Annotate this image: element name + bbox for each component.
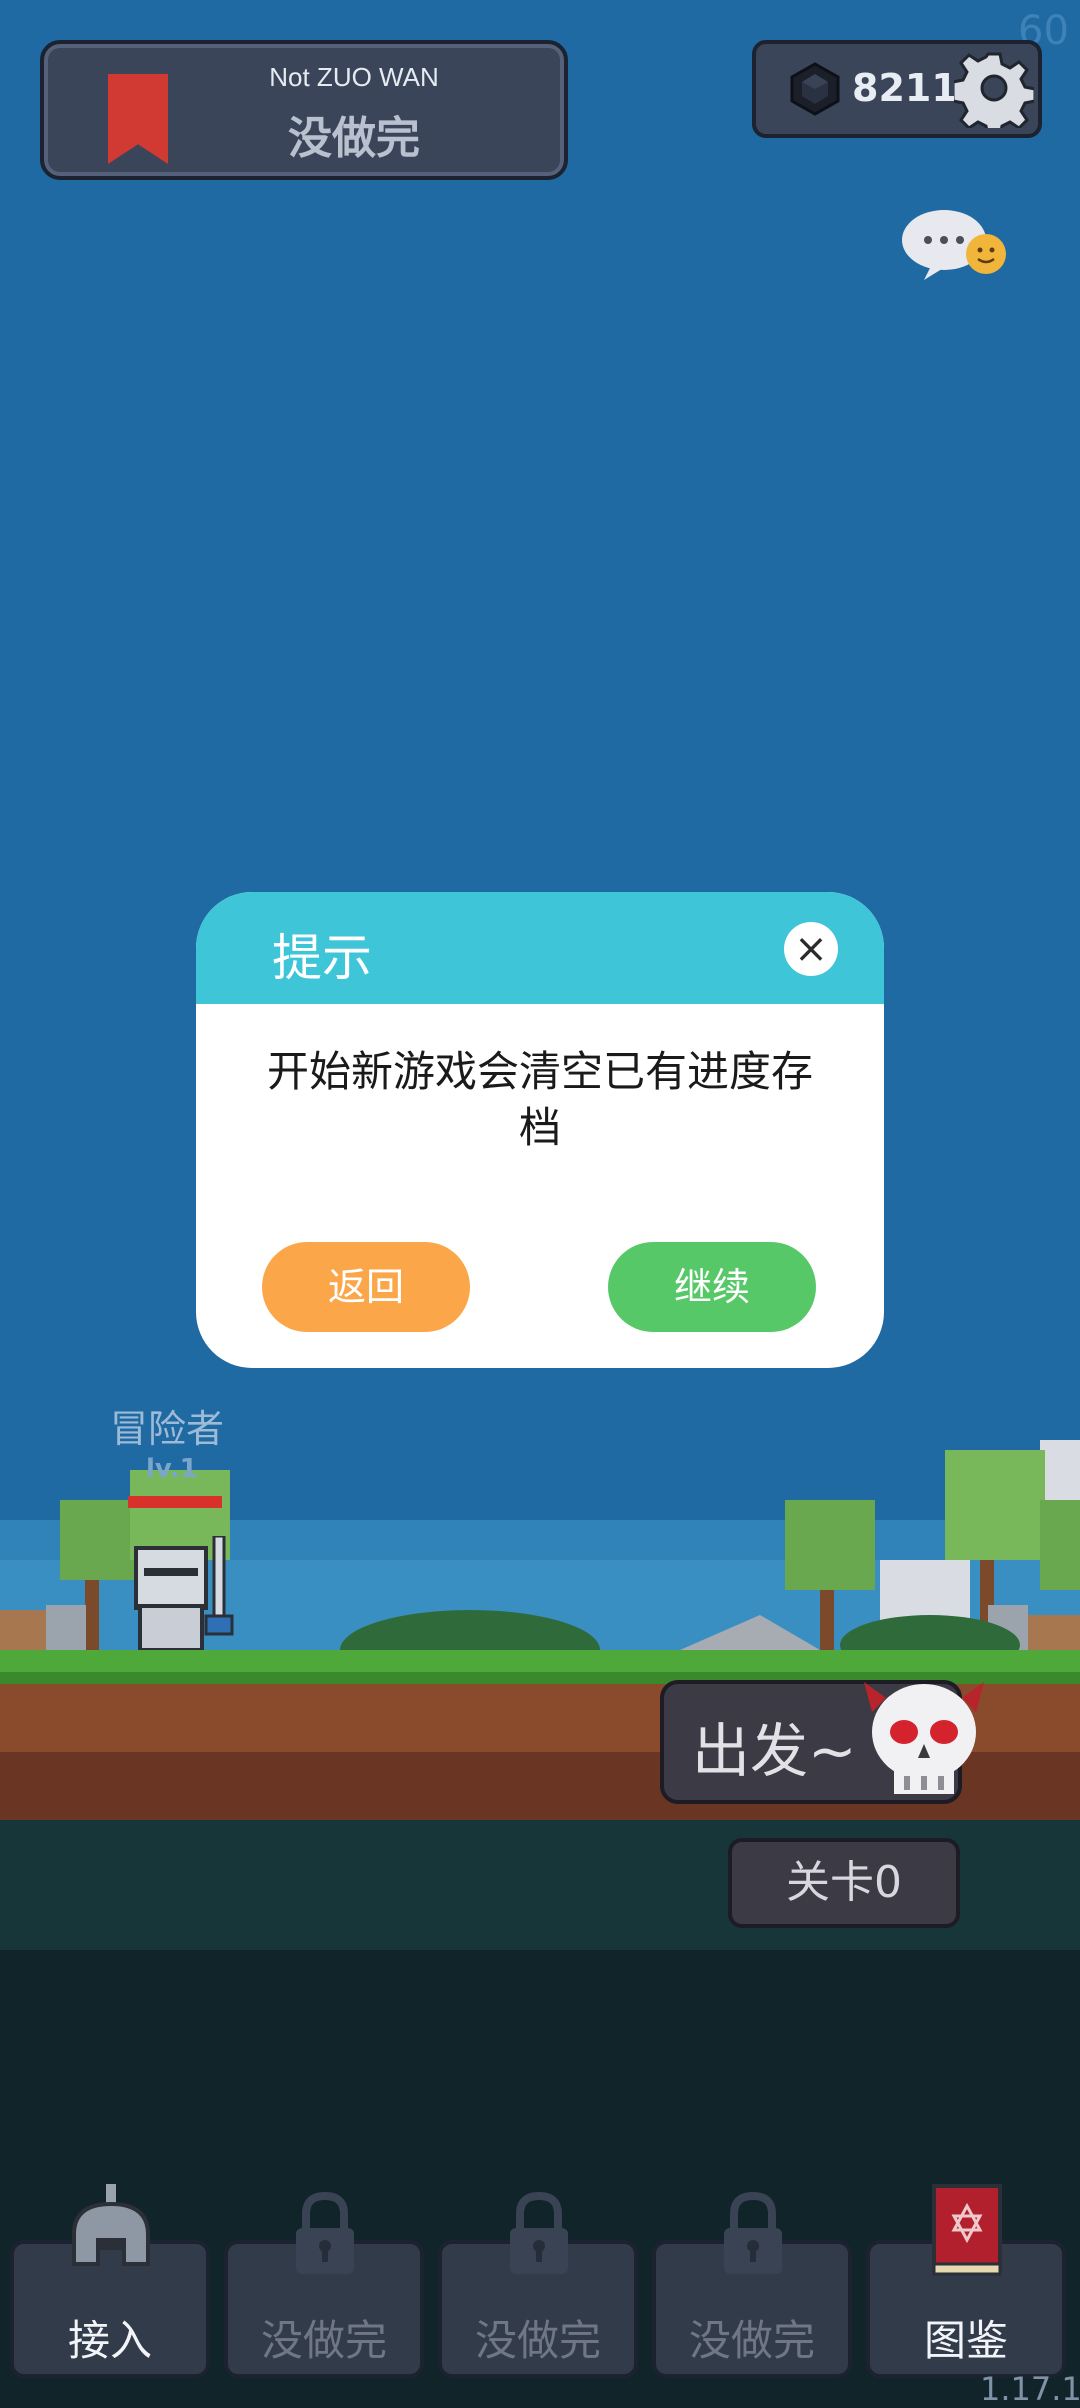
- depart-label: 出发~: [692, 1717, 857, 1785]
- character-name: 冒险者: [110, 1407, 225, 1451]
- continue-button[interactable]: 继续: [608, 1242, 816, 1332]
- game-title-english: Not ZUO WAN: [269, 62, 439, 92]
- back-button[interactable]: 返回: [262, 1242, 470, 1332]
- version-label: 1.17.1: [980, 2370, 1080, 2408]
- tab-encyclopedia[interactable]: 图鉴: [866, 2184, 1066, 2378]
- stage-badge: 关卡0: [728, 1838, 960, 1928]
- helmet-icon: [72, 2184, 150, 2266]
- dialog-message: 开始新游戏会清空已有进度存档: [266, 1047, 813, 1152]
- close-button[interactable]: ×: [784, 922, 838, 976]
- bookmark-icon: [108, 74, 168, 164]
- tab-locked-2[interactable]: 没做完: [438, 2191, 638, 2378]
- depart-button[interactable]: 出发~: [660, 1680, 984, 1804]
- skull-icon: [864, 1682, 984, 1794]
- gem-count: 8211: [852, 66, 958, 110]
- book-icon: [932, 2184, 1002, 2276]
- currency-panel: 8211: [752, 40, 1042, 138]
- tab-locked-2-label: 没做完: [474, 2316, 601, 2365]
- gem-icon: [790, 62, 840, 116]
- health-bar: [128, 1496, 222, 1508]
- game-title-chinese: 没做完: [288, 113, 420, 164]
- tab-locked-1[interactable]: 没做完: [224, 2191, 424, 2378]
- lock-icon: [296, 2191, 354, 2274]
- chat-bubble-icon[interactable]: [902, 206, 1006, 284]
- tab-locked-3-label: 没做完: [688, 2316, 815, 2365]
- confirm-dialog: 提示 × 开始新游戏会清空已有进度存档 返回 继续: [196, 892, 884, 1368]
- tab-join[interactable]: 接入: [10, 2184, 210, 2378]
- game-title-panel[interactable]: Not ZUO WAN 没做完: [40, 40, 568, 180]
- knight-character: [134, 1536, 234, 1652]
- gear-icon[interactable]: [954, 48, 1034, 128]
- tab-locked-3[interactable]: 没做完: [652, 2191, 852, 2378]
- lock-icon: [510, 2191, 568, 2274]
- dialog-title: 提示: [272, 929, 372, 987]
- lock-icon: [724, 2191, 782, 2274]
- tab-encyclopedia-label: 图鉴: [923, 2316, 1008, 2365]
- tab-locked-1-label: 没做完: [260, 2316, 387, 2365]
- character-level: lv.1: [146, 1454, 198, 1484]
- tab-join-label: 接入: [67, 2316, 152, 2365]
